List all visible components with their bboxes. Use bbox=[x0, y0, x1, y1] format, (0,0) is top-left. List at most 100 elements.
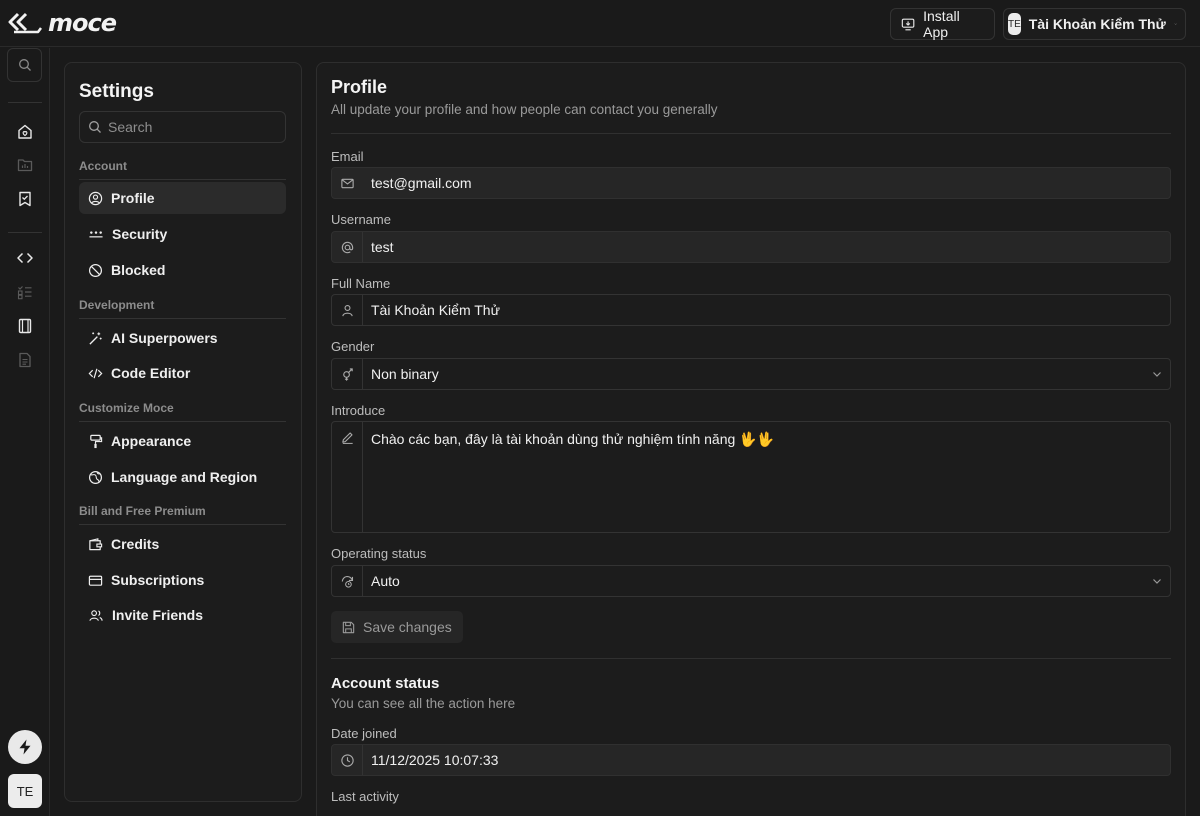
username-label: Username bbox=[331, 212, 391, 227]
install-app-button[interactable]: Install App bbox=[890, 8, 995, 40]
page-subtitle: All update your profile and how people c… bbox=[331, 102, 718, 117]
rail-checklist-button[interactable] bbox=[14, 281, 36, 303]
email-field[interactable]: test@gmail.com bbox=[331, 167, 1171, 199]
checklist-icon bbox=[17, 286, 32, 300]
paint-roller-icon bbox=[90, 434, 103, 448]
fullname-field[interactable]: Tài Khoản Kiểm Thử bbox=[331, 294, 1171, 326]
password-dots-icon bbox=[89, 230, 103, 237]
pencil-icon bbox=[332, 422, 363, 532]
notebook-icon bbox=[18, 318, 32, 334]
chevron-down-icon bbox=[1144, 359, 1170, 389]
fullname-value: Tài Khoản Kiểm Thử bbox=[371, 302, 500, 318]
date-joined-value: 11/12/2025 10:07:33 bbox=[371, 752, 499, 768]
status-refresh-icon bbox=[332, 566, 363, 596]
account-menu-button[interactable]: TE Tài Khoản Kiểm Thử bbox=[1003, 8, 1186, 40]
sidebar-item-label: AI Superpowers bbox=[111, 330, 218, 346]
install-app-label: Install App bbox=[923, 8, 960, 40]
rail-bookmark-button[interactable] bbox=[14, 188, 36, 210]
status-value: Auto bbox=[371, 573, 400, 589]
search-icon bbox=[18, 59, 31, 71]
sidebar-item-subscriptions[interactable]: Subscriptions bbox=[79, 564, 286, 596]
settings-panel: Settings Account Profile Security Bloc bbox=[64, 62, 302, 802]
gender-symbol-icon bbox=[332, 359, 363, 389]
rail-home-button[interactable] bbox=[14, 121, 36, 143]
introduce-value: Chào các bạn, đây là tài khoản dùng thử … bbox=[371, 431, 775, 447]
username-field[interactable]: test bbox=[331, 231, 1171, 263]
operating-status-select[interactable]: Auto bbox=[331, 565, 1171, 597]
gender-select[interactable]: Non binary bbox=[331, 358, 1171, 390]
code-brackets-icon bbox=[17, 252, 33, 264]
sidebar-item-credits[interactable]: Credits bbox=[79, 528, 286, 560]
group-label-customize: Customize Moce bbox=[79, 401, 286, 422]
settings-search[interactable] bbox=[79, 111, 286, 143]
search-icon bbox=[89, 121, 101, 133]
section-divider bbox=[331, 658, 1171, 659]
group-label-account: Account bbox=[79, 159, 286, 180]
page-title: Profile bbox=[331, 77, 388, 97]
rail-user-avatar[interactable]: TE bbox=[8, 774, 42, 808]
fullname-label: Full Name bbox=[331, 276, 391, 291]
sidebar-item-label: Profile bbox=[111, 190, 155, 206]
sidebar-item-language-region[interactable]: Language and Region bbox=[79, 461, 286, 493]
lightning-bolt-icon bbox=[19, 739, 31, 755]
mail-icon bbox=[332, 168, 363, 198]
top-bar: moce Install App TE Tài Khoản Kiểm Thử bbox=[0, 0, 1200, 47]
document-icon bbox=[19, 352, 31, 368]
rail-divider bbox=[8, 232, 42, 233]
settings-search-input[interactable] bbox=[108, 119, 268, 135]
sidebar-item-ai-superpowers[interactable]: AI Superpowers bbox=[79, 322, 286, 354]
group-label-development: Development bbox=[79, 298, 286, 319]
date-joined-field: 11/12/2025 10:07:33 bbox=[331, 744, 1171, 776]
wallet-icon bbox=[89, 537, 103, 550]
globe-icon bbox=[88, 470, 103, 484]
email-label: Email bbox=[331, 149, 364, 164]
email-value: test@gmail.com bbox=[371, 175, 472, 191]
section-divider bbox=[331, 133, 1171, 134]
sidebar-item-blocked[interactable]: Blocked bbox=[79, 254, 286, 286]
last-activity-label: Last activity bbox=[331, 789, 399, 804]
users-icon bbox=[89, 609, 103, 621]
sidebar-item-label: Credits bbox=[111, 536, 160, 552]
download-monitor-icon bbox=[901, 18, 915, 30]
sidebar-item-invite-friends[interactable]: Invite Friends bbox=[79, 599, 286, 631]
sidebar-item-security[interactable]: Security bbox=[79, 218, 286, 250]
logo-mark-icon bbox=[8, 12, 42, 34]
rail-notebook-button[interactable] bbox=[14, 315, 36, 337]
blocked-icon bbox=[88, 263, 103, 277]
introduce-textarea[interactable]: Chào các bạn, đây là tài khoản dùng thử … bbox=[331, 421, 1171, 533]
sidebar-item-appearance[interactable]: Appearance bbox=[79, 425, 286, 457]
account-status-title: Account status bbox=[331, 675, 440, 692]
date-joined-label: Date joined bbox=[331, 726, 397, 741]
sidebar-item-label: Appearance bbox=[111, 433, 192, 449]
sidebar-item-label: Code Editor bbox=[111, 365, 191, 381]
code-icon bbox=[88, 368, 103, 378]
sidebar-item-label: Blocked bbox=[111, 262, 166, 278]
account-name: Tài Khoản Kiểm Thử bbox=[1028, 16, 1166, 32]
rail-search-button[interactable] bbox=[7, 48, 42, 82]
save-changes-label: Save changes bbox=[363, 619, 452, 635]
sidebar-item-code-editor[interactable]: Code Editor bbox=[79, 357, 286, 389]
floppy-disk-icon bbox=[342, 621, 355, 633]
brand-logo[interactable]: moce bbox=[8, 8, 117, 38]
gender-label: Gender bbox=[331, 339, 375, 354]
home-heart-icon bbox=[18, 124, 32, 139]
gender-value: Non binary bbox=[371, 366, 439, 382]
folder-chart-icon bbox=[17, 159, 33, 172]
sidebar-item-profile[interactable]: Profile bbox=[79, 182, 286, 214]
magic-wand-icon bbox=[89, 331, 102, 345]
clock-icon bbox=[332, 745, 363, 775]
sidebar-item-label: Language and Region bbox=[111, 469, 258, 485]
chevron-down-icon bbox=[1174, 23, 1177, 25]
rail-document-button[interactable] bbox=[14, 349, 36, 371]
profile-panel: Profile All update your profile and how … bbox=[316, 62, 1186, 816]
user-circle-icon bbox=[88, 191, 103, 205]
status-label: Operating status bbox=[331, 546, 427, 561]
username-value: test bbox=[371, 239, 394, 255]
account-avatar: TE bbox=[1008, 13, 1021, 35]
rail-code-button[interactable] bbox=[14, 247, 36, 269]
save-changes-button[interactable]: Save changes bbox=[331, 611, 463, 643]
sidebar-item-label: Security bbox=[112, 226, 168, 242]
rail-premium-button[interactable] bbox=[8, 730, 42, 764]
rail-folder-button[interactable] bbox=[14, 154, 36, 176]
sidebar-item-label: Invite Friends bbox=[112, 607, 204, 623]
